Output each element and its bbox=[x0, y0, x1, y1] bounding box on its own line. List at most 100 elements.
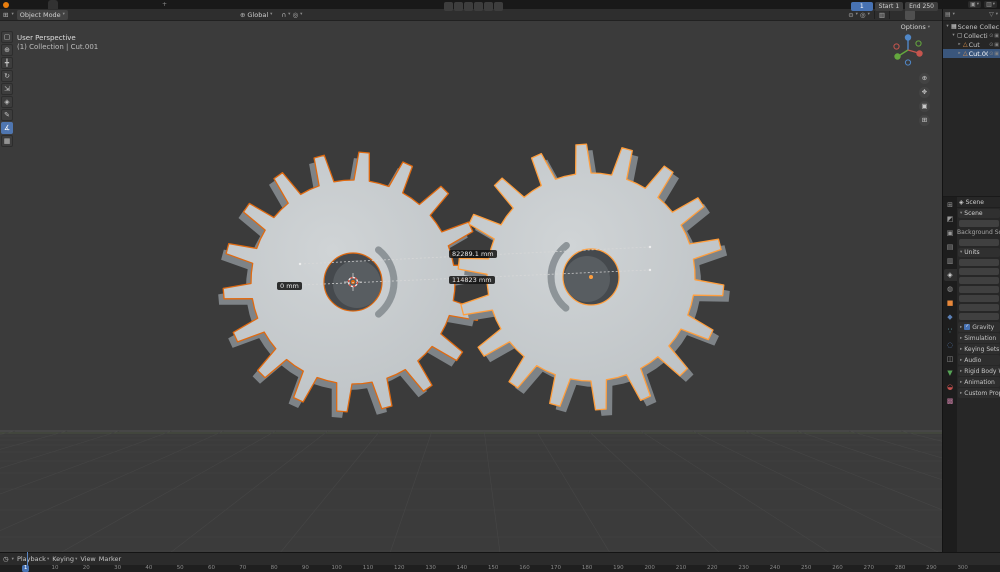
outliner-row-collection[interactable]: ▾ ▢ Collection ⊙ ▣ bbox=[943, 31, 1000, 40]
rotation-unit-field[interactable] bbox=[959, 277, 999, 284]
zoom-icon[interactable]: ⊕ bbox=[919, 73, 930, 84]
tool-rotate[interactable]: ↻ bbox=[1, 70, 13, 82]
shading-rendered-icon[interactable] bbox=[927, 10, 937, 20]
play-button[interactable] bbox=[474, 2, 483, 11]
tool-select-box[interactable]: ▢ bbox=[1, 31, 13, 43]
jump-to-end-button[interactable] bbox=[494, 2, 503, 11]
viewport-3d[interactable]: ▢⊕╋↻⇲◈✎∡▦ User Perspective (1) Collectio… bbox=[0, 21, 942, 552]
workspace-tab-layout[interactable] bbox=[48, 0, 58, 9]
timeline-menu-view[interactable]: View bbox=[80, 555, 95, 563]
scene-panel-header[interactable]: ▾ Scene bbox=[958, 209, 1000, 218]
unit-scale-field[interactable] bbox=[959, 268, 999, 275]
length-unit-field[interactable] bbox=[959, 286, 999, 293]
mode-dropdown[interactable]: Object Mode ▾ bbox=[17, 10, 68, 20]
xray-toggle-icon[interactable]: ▥ bbox=[879, 11, 885, 19]
camera-field[interactable] bbox=[959, 220, 999, 227]
pan-hand-icon[interactable]: ✥ bbox=[919, 87, 930, 98]
workspace-tab-modeling[interactable] bbox=[58, 0, 68, 9]
workspace-tab-animation[interactable] bbox=[108, 0, 118, 9]
panel-keying-sets[interactable]: ▸ Keying Sets bbox=[958, 344, 1000, 354]
add-workspace-button[interactable]: + bbox=[158, 0, 171, 9]
view-layer-selector[interactable]: ▥ ▾ bbox=[984, 1, 997, 8]
tool-add-cube[interactable]: ▦ bbox=[1, 135, 13, 147]
start-frame-field[interactable]: Start 1 bbox=[875, 2, 904, 11]
chevron-down-icon[interactable]: ▾ bbox=[856, 12, 858, 17]
disclosure-triangle-icon[interactable]: ▸ bbox=[957, 51, 962, 56]
disable-render-icon[interactable]: ▣ bbox=[994, 42, 999, 48]
disable-render-icon[interactable]: ▣ bbox=[994, 51, 999, 57]
props-tab-particles[interactable]: ∵ bbox=[944, 325, 957, 337]
props-tab-scene[interactable]: ◈ bbox=[944, 269, 957, 281]
editor-type-icon[interactable]: ⊞ bbox=[3, 11, 8, 19]
timeline-menu-keying[interactable]: Keying ▾ bbox=[52, 555, 77, 563]
workspace-tab-rendering[interactable] bbox=[118, 0, 128, 9]
prev-keyframe-button[interactable] bbox=[454, 2, 463, 11]
props-tab-view-layer[interactable]: ▥ bbox=[944, 255, 957, 267]
current-frame-field[interactable]: 1 bbox=[851, 2, 873, 11]
magnet-icon[interactable]: ∩ bbox=[281, 11, 286, 19]
timeline-menu-playback[interactable]: Playback ▾ bbox=[17, 555, 49, 563]
workspace-tab-geometry-nodes[interactable] bbox=[138, 0, 148, 9]
tool-transform[interactable]: ◈ bbox=[1, 96, 13, 108]
perspective-toggle-icon[interactable]: ⊞ bbox=[919, 115, 930, 126]
workspace-tab-uv-editing[interactable] bbox=[78, 0, 88, 9]
temperature-unit-field[interactable] bbox=[959, 313, 999, 320]
workspace-tab-texture-paint[interactable] bbox=[88, 0, 98, 9]
properties-editor-icon[interactable]: ⊞ bbox=[944, 199, 957, 211]
disclosure-triangle-icon[interactable]: ▸ bbox=[957, 42, 962, 47]
props-tab-world[interactable]: ◍ bbox=[944, 283, 957, 295]
props-tab-constraints[interactable]: ◫ bbox=[944, 353, 957, 365]
props-tab-render[interactable]: ▣ bbox=[944, 227, 957, 239]
props-tab-physics[interactable]: ◌ bbox=[944, 339, 957, 351]
props-tab-output[interactable]: ▤ bbox=[944, 241, 957, 253]
panel-gravity[interactable]: ▸ ✓ Gravity bbox=[958, 322, 1000, 332]
workspace-tab-shading[interactable] bbox=[98, 0, 108, 9]
panel-rigid-body-world[interactable]: ▸ Rigid Body World bbox=[958, 366, 1000, 376]
panel-audio[interactable]: ▸ Audio bbox=[958, 355, 1000, 365]
playhead-frame-label[interactable]: 1 bbox=[22, 565, 30, 572]
tool-cursor[interactable]: ⊕ bbox=[1, 44, 13, 56]
unit-system-field[interactable] bbox=[959, 259, 999, 266]
scene-selector[interactable]: ▣ ▾ bbox=[968, 1, 981, 8]
mass-unit-field[interactable] bbox=[959, 295, 999, 302]
workspace-tab-compositing[interactable] bbox=[128, 0, 138, 9]
tool-annotate[interactable]: ✎ bbox=[1, 109, 13, 121]
tool-move[interactable]: ╋ bbox=[1, 57, 13, 69]
time-unit-field[interactable] bbox=[959, 304, 999, 311]
shading-solid-icon[interactable] bbox=[905, 10, 915, 20]
disclosure-triangle-icon[interactable]: ▾ bbox=[951, 33, 956, 38]
play-reverse-button[interactable] bbox=[464, 2, 473, 11]
shading-material-icon[interactable] bbox=[916, 10, 926, 20]
chevron-down-icon[interactable]: ▾ bbox=[868, 12, 870, 17]
overlays-toggle-icon[interactable]: ◎ bbox=[860, 11, 866, 19]
tool-scale[interactable]: ⇲ bbox=[1, 83, 13, 95]
props-tab-object[interactable]: ■ bbox=[944, 297, 957, 309]
tool-measure[interactable]: ∡ bbox=[1, 122, 13, 134]
timeline-menu-marker[interactable]: Marker bbox=[99, 555, 121, 563]
viewport-canvas[interactable] bbox=[0, 21, 942, 552]
disable-render-icon[interactable]: ▣ bbox=[994, 33, 999, 39]
workspace-tab-scripting[interactable] bbox=[148, 0, 158, 9]
props-tab-material[interactable]: ◒ bbox=[944, 381, 957, 393]
blender-logo-icon[interactable] bbox=[3, 2, 9, 8]
units-panel-header[interactable]: ▾ Units bbox=[958, 248, 1000, 257]
proportional-editing-icon[interactable]: ◎ bbox=[292, 11, 298, 19]
timeline-editor-icon[interactable]: ◷ bbox=[3, 555, 9, 563]
panel-simulation[interactable]: ▸ Simulation bbox=[958, 333, 1000, 343]
navigation-gizmo[interactable] bbox=[890, 32, 926, 68]
outliner-row-scene-collection[interactable]: ▾ ▦ Scene Collection bbox=[943, 22, 1000, 31]
outliner-editor-icon[interactable]: ▤ bbox=[945, 11, 951, 18]
hide-viewport-eye-icon[interactable]: ⊙ bbox=[989, 51, 993, 57]
hide-viewport-eye-icon[interactable]: ⊙ bbox=[989, 33, 993, 39]
hide-viewport-eye-icon[interactable]: ⊙ bbox=[989, 42, 993, 48]
props-tab-texture[interactable]: ▩ bbox=[944, 395, 957, 407]
props-tab-tool[interactable]: ◩ bbox=[944, 213, 957, 225]
workspace-tab-sculpting[interactable] bbox=[68, 0, 78, 9]
chevron-down-icon[interactable]: ▾ bbox=[300, 12, 302, 17]
gizmos-toggle-icon[interactable]: ⊙ bbox=[848, 11, 853, 19]
frame-ruler[interactable]: 1020304050607080901001101201301401501601… bbox=[0, 565, 1000, 572]
jump-to-start-button[interactable] bbox=[444, 2, 453, 11]
shading-wireframe-icon[interactable] bbox=[894, 10, 904, 20]
camera-view-icon[interactable]: ▣ bbox=[919, 101, 930, 112]
props-tab-modifiers[interactable]: ◆ bbox=[944, 311, 957, 323]
